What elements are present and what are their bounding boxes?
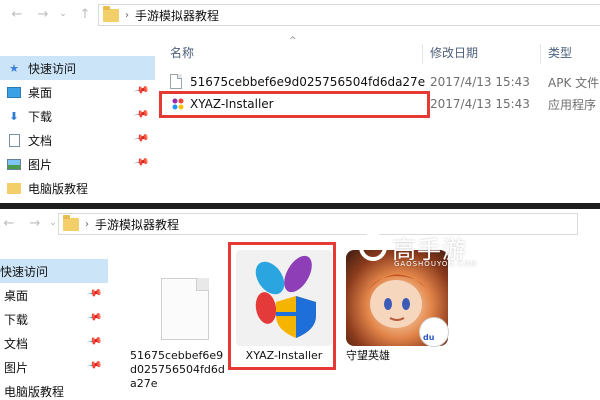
badge-text: du — [423, 333, 435, 342]
navigation-pane: ★ 快速访问 桌面 📌 ⬇ 下载 📌 文档 📌 图片 📌 电脑版教程 — [0, 56, 155, 200]
app-tile[interactable]: XYAZ-Installer — [236, 349, 332, 363]
sidebar-item-label: 桌面 — [28, 85, 53, 100]
sidebar-item-label: 图片 — [4, 360, 29, 375]
highlight-box — [159, 91, 430, 118]
pin-icon[interactable]: 📌 — [86, 333, 103, 349]
sidebar-item-pictures[interactable]: 图片 📌 — [0, 355, 108, 379]
breadcrumb-path[interactable]: 手游模拟器教程 — [135, 7, 219, 24]
watermark-logo-icon — [359, 233, 387, 261]
file-icon[interactable] — [161, 278, 209, 340]
desktop-icon — [6, 85, 22, 99]
navigation-pane: 快速访问 桌面 📌 下载 📌 文档 📌 图片 📌 电脑版教程 — [0, 259, 108, 400]
pin-icon[interactable]: 📌 — [133, 130, 150, 146]
file-type: APK 文件 — [548, 75, 600, 90]
sidebar-item-label: 快速访问 — [0, 264, 49, 279]
back-arrow-icon[interactable]: ← — [8, 5, 26, 23]
sidebar-item-pictures[interactable]: 图片 📌 — [0, 152, 155, 176]
pin-icon[interactable]: 📌 — [133, 154, 150, 170]
address-bar[interactable]: › 手游模拟器教程 — [98, 4, 600, 26]
sidebar-item-label: 下载 — [4, 312, 29, 327]
file-tile-label: 51675cebbef6e9d025756504fd6da27e — [130, 349, 225, 390]
sidebar-item-desktop[interactable]: 桌面 📌 — [0, 283, 108, 307]
sidebar-item-quick-access[interactable]: ★ 快速访问 — [0, 56, 155, 80]
breadcrumb-path[interactable]: 手游模拟器教程 — [95, 216, 179, 233]
pin-icon[interactable]: 📌 — [133, 106, 150, 122]
download-icon: ⬇ — [9, 109, 19, 123]
baidu-badge — [419, 317, 449, 347]
sidebar-item-label: 桌面 — [4, 288, 29, 303]
sidebar-item-label: 文档 — [4, 336, 29, 351]
breadcrumb-separator: › — [85, 218, 89, 230]
sidebar-item-downloads[interactable]: ⬇ 下载 📌 — [0, 104, 155, 128]
watermark: 高手游 GAOSHOUYOU.COM — [352, 228, 502, 278]
column-divider[interactable] — [540, 44, 541, 64]
sidebar-item-quick-access[interactable]: 快速访问 — [0, 259, 108, 283]
pin-icon[interactable]: 📌 — [86, 357, 103, 373]
folder-icon — [63, 214, 79, 231]
pin-icon[interactable]: 📌 — [86, 285, 103, 301]
column-header-name[interactable]: 名称 — [170, 44, 194, 61]
star-icon: ★ — [9, 61, 19, 75]
file-row[interactable]: 51675cebbef6e9d025756504fd6da27e 2017/4/… — [162, 72, 600, 92]
forward-arrow-icon[interactable]: → — [34, 5, 52, 23]
column-headers: ^ 名称 修改日期 类型 — [162, 36, 600, 64]
explorer-top-window: ← → ⌄ ↑ › 手游模拟器教程 ★ 快速访问 桌面 📌 ⬇ 下载 📌 文档 … — [0, 0, 600, 203]
sidebar-item-label: 下载 — [28, 109, 53, 124]
forward-arrow-icon[interactable]: → — [26, 214, 44, 232]
pin-icon[interactable]: 📌 — [86, 309, 103, 325]
column-divider[interactable] — [422, 44, 423, 64]
folder-icon — [103, 5, 119, 22]
pictures-icon — [6, 157, 22, 171]
game-tile-label: 守望英雄 — [346, 349, 390, 362]
sidebar-item-label: 快速访问 — [28, 61, 77, 76]
sort-caret-icon: ^ — [289, 36, 297, 46]
file-name: 51675cebbef6e9d025756504fd6da27e — [190, 75, 426, 89]
sidebar-item-label: 图片 — [28, 157, 53, 172]
up-arrow-icon[interactable]: ↑ — [76, 5, 94, 23]
game-tile[interactable]: 守望英雄 — [346, 349, 406, 363]
sidebar-item-pc-tutorials[interactable]: 电脑版教程 — [0, 176, 155, 200]
file-tile[interactable]: 51675cebbef6e9d025756504fd6da27e — [130, 349, 226, 391]
sidebar-item-label: 电脑版教程 — [4, 384, 65, 399]
sidebar-item-documents[interactable]: 文档 📌 — [0, 331, 108, 355]
file-date: 2017/4/13 15:43 — [430, 75, 530, 89]
breadcrumb-separator: › — [125, 9, 129, 21]
app-tile-label: XYAZ-Installer — [245, 349, 323, 362]
pin-icon[interactable]: 📌 — [133, 82, 150, 98]
back-arrow-icon[interactable]: ← — [0, 214, 18, 232]
sidebar-item-label: 文档 — [28, 133, 53, 148]
watermark-subtitle: GAOSHOUYOU.COM — [394, 260, 478, 268]
file-date: 2017/4/13 15:43 — [430, 97, 530, 111]
file-icon — [170, 74, 182, 89]
documents-icon — [6, 133, 22, 147]
sidebar-item-documents[interactable]: 文档 📌 — [0, 128, 155, 152]
sidebar-item-desktop[interactable]: 桌面 📌 — [0, 80, 155, 104]
sidebar-item-downloads[interactable]: 下载 📌 — [0, 307, 108, 331]
column-header-type[interactable]: 类型 — [548, 44, 572, 61]
folder-icon — [6, 181, 22, 195]
column-header-date[interactable]: 修改日期 — [430, 44, 478, 61]
sidebar-item-label: 电脑版教程 — [28, 181, 89, 196]
sidebar-item-pc-tutorials[interactable]: 电脑版教程 — [0, 379, 108, 400]
recent-locations-icon[interactable]: ⌄ — [56, 5, 70, 23]
file-type: 应用程序 — [548, 97, 597, 112]
